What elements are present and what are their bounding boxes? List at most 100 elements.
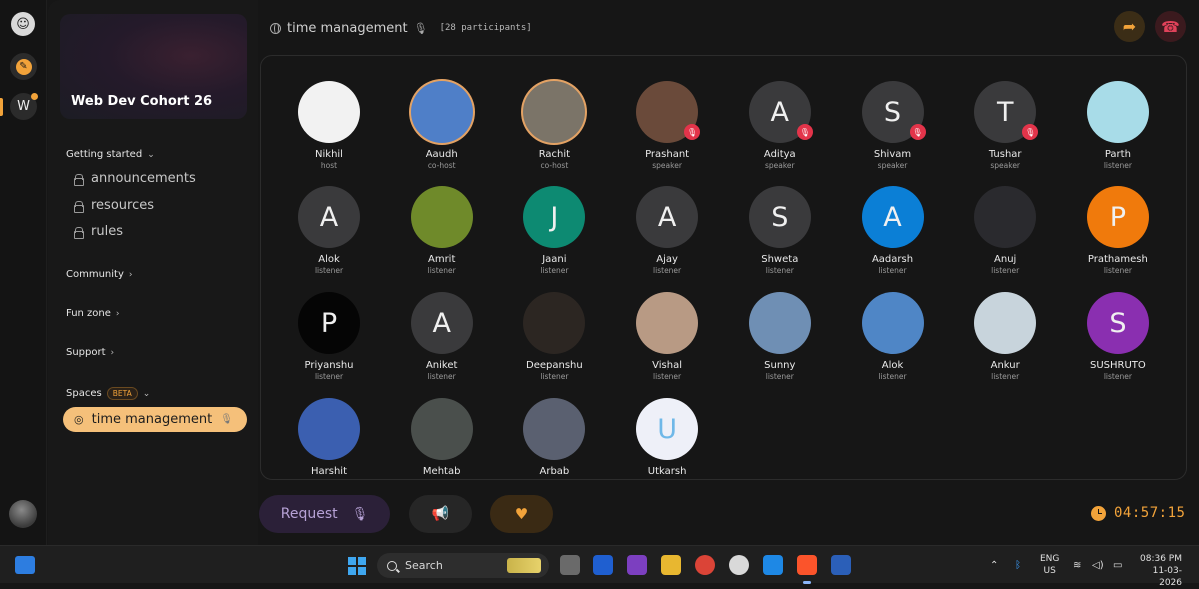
participant-card[interactable]: J Jaani listener (499, 186, 609, 275)
participant-card[interactable]: P Prathamesh listener (1063, 186, 1173, 275)
participant-name: SUSHRUTO (1090, 360, 1146, 371)
participant-name: Anuj (994, 254, 1017, 265)
participant-name: Utkarsh (647, 466, 687, 477)
participant-card[interactable]: Rachit co-host (499, 81, 609, 170)
participant-card[interactable]: U Utkarsh (612, 398, 722, 478)
channel-announcements[interactable]: announcements (74, 171, 196, 186)
workspace-initial: W (17, 99, 30, 114)
participant-name: Alok (318, 254, 340, 265)
section-community[interactable]: Community › (66, 269, 133, 280)
participant-card[interactable]: 🎙 Prashant speaker (612, 81, 722, 170)
heart-icon: ♥ (514, 505, 529, 523)
muted-mic-icon: 🎙 (909, 124, 926, 140)
muted-mic-icon: 🎙 (684, 124, 701, 140)
participant-card[interactable]: A Alok listener (274, 186, 384, 275)
participant-card[interactable]: Vishal listener (612, 292, 722, 381)
widgets-icon[interactable] (15, 556, 35, 574)
participant-role: listener (427, 372, 456, 381)
request-to-speak-button[interactable]: Request 🎙 (259, 495, 390, 533)
show-hidden-icons-icon[interactable]: ⌃ (990, 546, 998, 584)
channel-label: rules (91, 224, 123, 239)
participant-avatar: S (748, 186, 811, 248)
session-timer: 04:57:15 (1091, 505, 1185, 521)
chrome-icon[interactable] (695, 555, 715, 575)
chevron-right-icon: › (115, 308, 120, 319)
request-label: Request (280, 506, 338, 522)
participant-card[interactable]: Harshit (274, 398, 384, 478)
chevron-right-icon: › (128, 269, 133, 280)
user-avatar[interactable] (9, 500, 37, 528)
participant-card[interactable]: T 🎙 Tushar speaker (950, 81, 1060, 170)
bluetooth-icon[interactable]: ᛒ (1015, 546, 1021, 584)
channel-rules[interactable]: rules (74, 224, 123, 239)
brave-browser-icon[interactable] (797, 555, 817, 575)
participant-role: listener (1103, 266, 1132, 275)
participant-card[interactable]: S Shweta listener (725, 186, 835, 275)
explore-button[interactable]: ✎ (10, 53, 37, 80)
participants-grid: Nikhil host Aaudh co-host Rachit co-host 🎙 Pras… (260, 55, 1187, 480)
volume-icon[interactable]: ◁) (1092, 546, 1104, 584)
participant-avatar (410, 81, 473, 143)
vscode-icon[interactable] (763, 555, 783, 575)
participant-card[interactable]: Deepanshu listener (499, 292, 609, 381)
participant-name: Ankur (990, 360, 1020, 371)
participant-name: Amrit (427, 254, 456, 265)
battery-icon[interactable]: ▭ (1113, 546, 1122, 584)
participant-card[interactable]: Amrit listener (387, 186, 497, 275)
participant-card[interactable]: A Aniket listener (387, 292, 497, 381)
app-logo-icon[interactable]: ☺ (11, 12, 35, 36)
section-fun-zone[interactable]: Fun zone › (66, 308, 120, 319)
space-time-management[interactable]: ◎ time management 🎙 (63, 407, 247, 432)
participant-card[interactable]: A 🎙 Aditya speaker (725, 81, 835, 170)
editor-app-icon[interactable] (593, 555, 613, 575)
participant-avatar (410, 398, 473, 460)
section-spaces[interactable]: Spaces BETA ⌄ (66, 387, 150, 400)
participant-role: listener (314, 266, 344, 275)
participant-card[interactable]: Arbab (499, 398, 609, 478)
lang-region: US (1043, 566, 1056, 576)
workspace-banner[interactable]: Web Dev Cohort 26 (60, 14, 247, 119)
start-button[interactable] (348, 557, 366, 575)
participant-name: Aaudh (425, 149, 458, 160)
participant-role: listener (314, 372, 344, 381)
participant-name: Tushar (988, 149, 1022, 160)
participant-card[interactable]: Aaudh co-host (387, 81, 497, 170)
clock-app-icon[interactable] (729, 555, 749, 575)
participant-avatar: U (636, 398, 699, 460)
channel-resources[interactable]: resources (74, 198, 154, 213)
participant-card[interactable]: A Aadarsh listener (838, 186, 948, 275)
section-getting-started[interactable]: Getting started ⌄ (66, 149, 155, 160)
file-explorer-icon[interactable] (661, 555, 681, 575)
system-clock[interactable]: 08:36 PM 11-03-2026 (1134, 553, 1182, 589)
wifi-icon[interactable]: ≋ (1073, 546, 1081, 584)
announce-button[interactable]: 📢 (409, 495, 472, 533)
participant-card[interactable]: Sunny listener (725, 292, 835, 381)
workspace-button[interactable]: W (10, 93, 38, 120)
participant-avatar (636, 292, 699, 354)
lock-icon (74, 173, 84, 186)
participant-card[interactable]: S 🎙 Shivam speaker (838, 81, 948, 170)
leave-call-button[interactable]: ☎ (1155, 11, 1186, 42)
react-button[interactable]: ♥ (490, 495, 553, 533)
participant-card[interactable]: Parth listener (1063, 81, 1173, 170)
participant-card[interactable]: Mehtab (387, 398, 497, 478)
participant-card[interactable]: Ankur listener (950, 292, 1060, 381)
megaphone-icon: 📢 (431, 506, 450, 522)
share-button[interactable]: ➦ (1114, 11, 1145, 42)
participant-card[interactable]: Anuj listener (950, 186, 1060, 275)
participant-card[interactable]: Nikhil host (274, 81, 384, 170)
task-view-icon[interactable] (560, 555, 580, 575)
participant-card[interactable]: A Ajay listener (612, 186, 722, 275)
participant-card[interactable]: P Priyanshu listener (274, 292, 384, 381)
input-language[interactable]: ENG US (1040, 553, 1059, 577)
section-support[interactable]: Support › (66, 347, 114, 358)
participant-role: co-host (540, 161, 569, 170)
participant-name: Prashant (645, 149, 690, 160)
word-icon[interactable] (831, 555, 851, 575)
taskbar-search[interactable]: Search (377, 553, 549, 578)
participant-card[interactable]: Alok listener (838, 292, 948, 381)
participant-role: listener (540, 266, 569, 275)
clipchamp-icon[interactable] (627, 555, 647, 575)
participant-card[interactable]: S SUSHRUTO listener (1063, 292, 1173, 381)
participant-avatar (974, 186, 1037, 248)
